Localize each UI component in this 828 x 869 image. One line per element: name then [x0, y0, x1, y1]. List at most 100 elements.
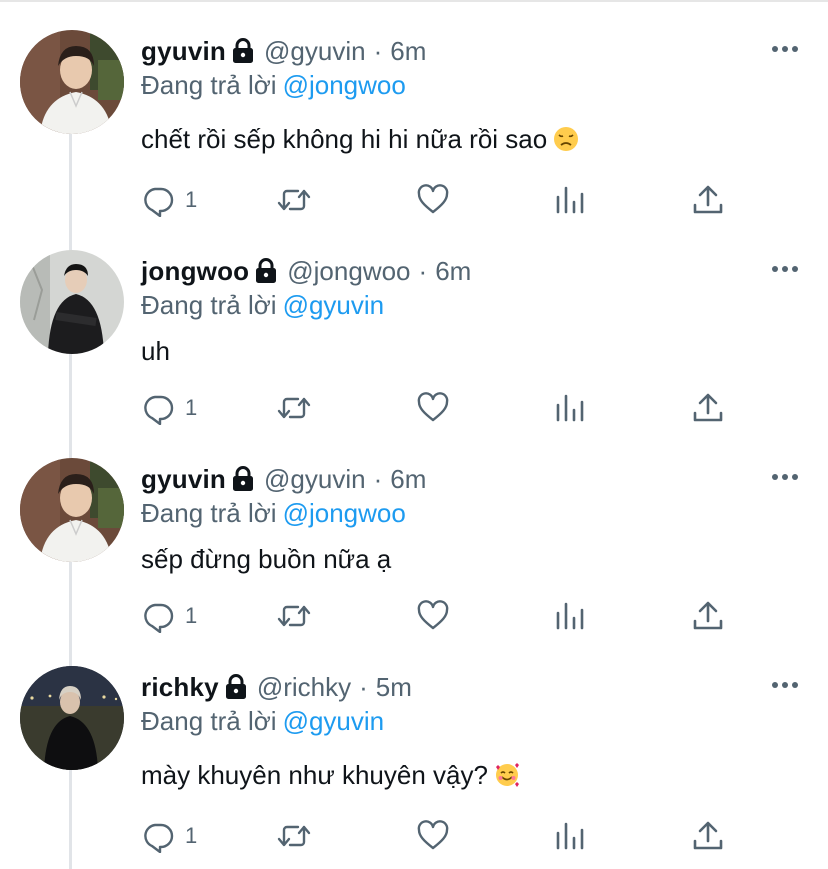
reply-count: 1	[185, 395, 198, 420]
share-button[interactable]	[692, 183, 724, 217]
reply-prefix: Đang trả lời	[141, 706, 277, 736]
timestamp[interactable]: 6m	[435, 256, 471, 287]
more-icon[interactable]	[772, 678, 798, 692]
top-divider	[0, 0, 828, 2]
tweet-text-content: mày khuyên như khuyên vậy?	[141, 760, 488, 790]
separator: ·	[359, 671, 368, 702]
analytics-icon	[556, 602, 584, 630]
tweet-text: mày khuyên như khuyên vậy?	[141, 760, 520, 791]
like-button[interactable]	[416, 599, 450, 633]
reply-count: 1	[185, 823, 198, 848]
analytics-icon	[556, 822, 584, 850]
avatar-gyuvin[interactable]	[20, 458, 124, 562]
retweet-button[interactable]	[276, 391, 312, 425]
action-bar: 1	[141, 391, 741, 425]
reply-icon	[144, 395, 174, 425]
tweet-text: sếp đừng buồn nữa ạ	[141, 544, 391, 575]
reply-prefix: Đang trả lời	[141, 70, 277, 100]
lock-icon	[255, 258, 277, 284]
reply-button[interactable]: 1	[141, 819, 197, 853]
tweet-text-content: uh	[141, 336, 170, 366]
tweet-header: gyuvin @gyuvin · 6m	[141, 462, 426, 496]
smiling-face-with-hearts-icon	[494, 762, 520, 788]
lock-icon	[232, 466, 254, 492]
reply-icon	[144, 187, 174, 217]
reply-button[interactable]: 1	[141, 599, 197, 633]
display-name[interactable]: gyuvin	[141, 36, 226, 67]
handle[interactable]: @richky	[257, 672, 351, 703]
tweet-4[interactable]: richky @richky · 5m Đang trả lời @gyuvin …	[0, 666, 828, 869]
share-button[interactable]	[692, 391, 724, 425]
reply-context: Đang trả lời @gyuvin	[141, 706, 384, 737]
more-icon[interactable]	[772, 262, 798, 276]
retweet-icon	[277, 189, 311, 211]
avatar-richky[interactable]	[20, 666, 124, 770]
reply-context: Đang trả lời @jongwoo	[141, 498, 406, 529]
tweet-text-content: sếp đừng buồn nữa ạ	[141, 544, 392, 574]
reply-mention[interactable]: @gyuvin	[283, 290, 385, 320]
analytics-icon	[556, 394, 584, 422]
heart-icon	[417, 820, 449, 850]
action-bar: 1	[141, 183, 741, 217]
like-button[interactable]	[416, 819, 450, 853]
display-name[interactable]: richky	[141, 672, 219, 703]
handle[interactable]: @jongwoo	[287, 256, 410, 287]
analytics-icon	[556, 186, 584, 214]
reply-mention[interactable]: @jongwoo	[283, 70, 406, 100]
tweet-text-content: chết rồi sếp không hi hi nữa rồi sao	[141, 124, 548, 154]
retweet-button[interactable]	[276, 599, 312, 633]
reply-mention[interactable]: @gyuvin	[283, 706, 385, 736]
retweet-icon	[277, 397, 311, 419]
reply-prefix: Đang trả lời	[141, 290, 277, 320]
share-icon	[693, 821, 723, 850]
reply-count: 1	[185, 603, 198, 628]
action-bar: 1	[141, 819, 741, 853]
share-button[interactable]	[692, 819, 724, 853]
reply-mention[interactable]: @jongwoo	[283, 498, 406, 528]
share-icon	[693, 393, 723, 422]
timestamp[interactable]: 5m	[376, 672, 412, 703]
separator: ·	[373, 463, 383, 494]
reply-icon	[144, 603, 174, 633]
avatar-jongwoo[interactable]	[20, 250, 124, 354]
lock-icon	[232, 38, 254, 64]
heart-icon	[417, 600, 449, 630]
retweet-button[interactable]	[276, 183, 312, 217]
analytics-button[interactable]	[555, 599, 585, 633]
tweet-header: richky @richky · 5m	[141, 670, 412, 704]
tweet-text: uh	[141, 336, 170, 367]
like-button[interactable]	[416, 391, 450, 425]
like-button[interactable]	[416, 183, 450, 217]
reply-button[interactable]: 1	[141, 391, 197, 425]
tweet-header: gyuvin @gyuvin · 6m	[141, 34, 426, 68]
handle[interactable]: @gyuvin	[264, 36, 366, 67]
reply-icon	[144, 823, 174, 853]
more-icon[interactable]	[772, 470, 798, 484]
display-name[interactable]: gyuvin	[141, 464, 226, 495]
reply-prefix: Đang trả lời	[141, 498, 277, 528]
reply-button[interactable]: 1	[141, 183, 197, 217]
timestamp[interactable]: 6m	[390, 464, 426, 495]
tweet-2[interactable]: jongwoo @jongwoo · 6m Đang trả lời @gyuvi…	[0, 250, 828, 458]
analytics-button[interactable]	[555, 391, 585, 425]
analytics-button[interactable]	[555, 819, 585, 853]
tweet-1[interactable]: gyuvin @gyuvin · 6m Đang trả lời @jongwoo…	[0, 30, 828, 238]
timestamp[interactable]: 6m	[390, 36, 426, 67]
handle[interactable]: @gyuvin	[264, 464, 366, 495]
share-button[interactable]	[692, 599, 724, 633]
analytics-button[interactable]	[555, 183, 585, 217]
action-bar: 1	[141, 599, 741, 633]
share-icon	[693, 601, 723, 630]
avatar-gyuvin[interactable]	[20, 30, 124, 134]
heart-icon	[417, 184, 449, 214]
more-icon[interactable]	[772, 42, 798, 56]
tweet-3[interactable]: gyuvin @gyuvin · 6m Đang trả lời @jongwoo…	[0, 458, 828, 666]
share-icon	[693, 185, 723, 214]
disappointed-face-icon	[553, 126, 579, 152]
tweet-header: jongwoo @jongwoo · 6m	[141, 254, 471, 288]
retweet-button[interactable]	[276, 819, 312, 853]
reply-count: 1	[185, 187, 198, 212]
retweet-icon	[277, 825, 311, 847]
display-name[interactable]: jongwoo	[141, 256, 249, 287]
reply-context: Đang trả lời @gyuvin	[141, 290, 384, 321]
